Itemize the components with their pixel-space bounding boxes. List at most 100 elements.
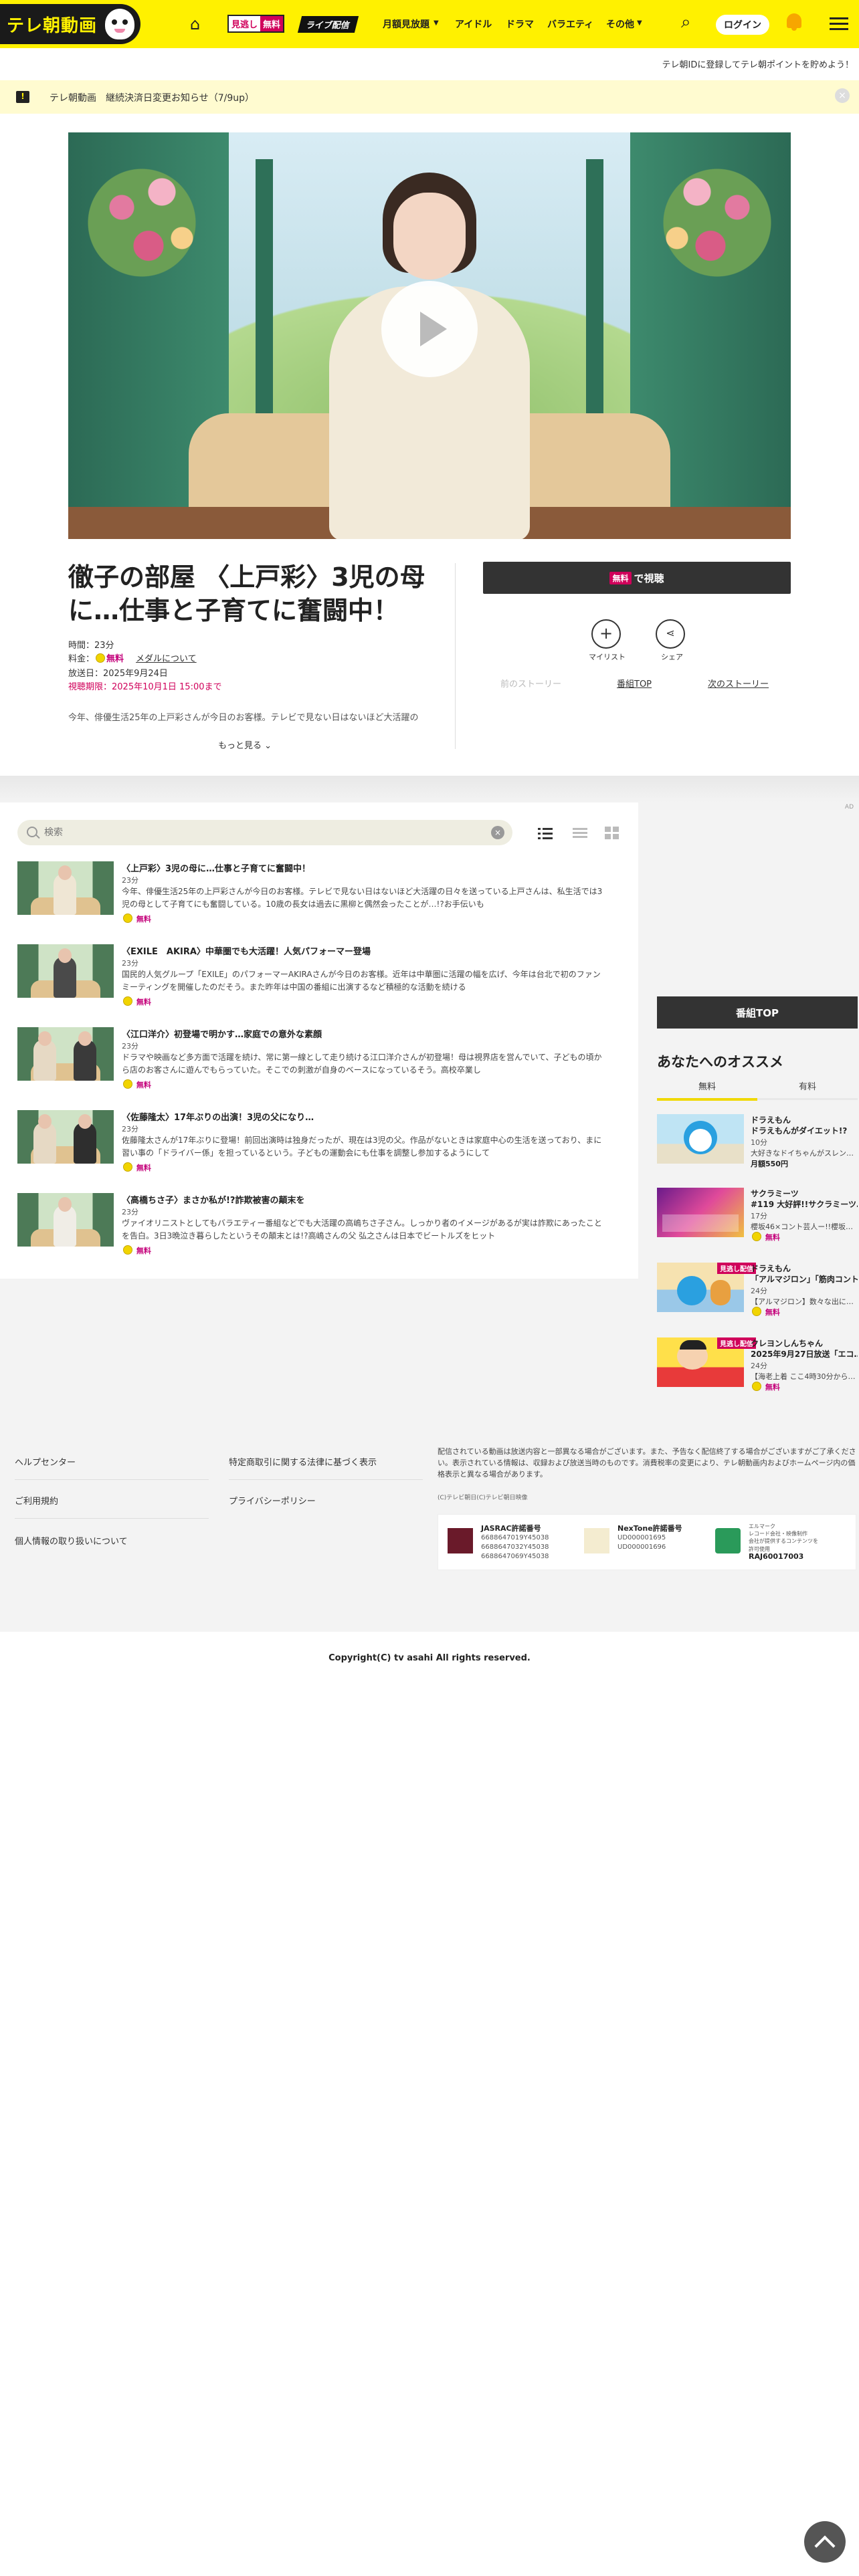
recommend-price: 月額550円 [751,1160,788,1168]
program-top-link[interactable]: 番組TOP [617,677,652,689]
recommend-item[interactable]: ドラえもん ドラえもんがダイエット!? 10分 大好きなドイちゃんがスレン… 月… [657,1114,858,1181]
nextone-title: NexTone許諾番号 [617,1524,682,1533]
nav-other[interactable]: その他 [606,17,634,31]
recommend-duration: 10分 [751,1138,767,1147]
notice-text[interactable]: テレ朝動画 継続決済日変更お知らせ（7/9up） [50,91,254,104]
recommend-subtitle: 2025年9月27日放送「エコ… [751,1350,858,1359]
episode-summary: 国民的人気グループ「EXILE」のパフォーマーAKIRAさんが今日のお客様。近年… [122,970,601,992]
copyright: Copyright(C) tv asahi All rights reserve… [328,1653,531,1663]
share-label: シェア [661,653,683,661]
flower-arrangement [82,146,215,300]
l-mark-text: エルマーク レコード会社・映像制作 会社が提供するコンテンツを 許可使用 [749,1523,818,1552]
menu-icon[interactable] [830,17,848,31]
program-top-button[interactable]: 番組TOP [657,996,858,1029]
l-mark-logo [715,1528,741,1553]
share-icon[interactable]: ⋖ [656,619,685,649]
more-button[interactable]: もっと見る ⌄ [218,738,272,751]
medal-link[interactable]: メダルについて [136,654,197,664]
tab-paid[interactable]: 有料 [757,1079,858,1092]
more-label: もっと見る [218,741,262,751]
recommend-item[interactable]: 見逃し配信 ドラえもん 「アルマジロン」「筋肉コント… 24分 【アルマジロン】… [657,1263,858,1329]
episode-thumbnail [17,944,114,998]
notice-bar[interactable]: ! テレ朝動画 継続決済日変更お知らせ（7/9up） × [0,80,859,114]
recommend-title-text: ドラえもん [751,1115,791,1125]
chevron-down-icon: ⌄ [264,741,272,751]
play-icon[interactable] [381,281,478,377]
watch-button[interactable]: 無料 で視聴 [483,562,791,594]
recommend-subtitle: #119 大好評!!サクラミーツ… [751,1200,858,1209]
recommend-summary: 櫻坂46×コント芸人ー!!櫻坂… [751,1222,854,1231]
video-player[interactable] [68,132,791,539]
privacy-policy-link[interactable]: プライバシーポリシー [229,1494,316,1507]
terms-link[interactable]: ご利用規約 [15,1494,58,1507]
next-story-link[interactable]: 次のストーリー [708,677,769,689]
episode-title: 〈EXILE AKIRA〉中華圏でも大活躍！人気パフォーマー登場 [122,947,371,957]
register-message[interactable]: テレ朝IDに登録してテレ朝ポイントを貯めよう！ [662,58,854,70]
episode-item[interactable]: 〈EXILE AKIRA〉中華圏でも大活躍！人気パフォーマー登場 23分 国民的… [17,944,619,1015]
episode-summary: ヴァイオリニストとしてもバラエティー番組などでも大活躍の高嶋ちさ子さん。しっかり… [122,1218,602,1241]
flower-arrangement [644,146,777,300]
recommend-price: 無料 [751,1307,780,1317]
episode-thumbnail [17,861,114,915]
episode-duration: 23分 [122,959,138,968]
episode-duration: 23分 [122,876,138,885]
nav-monthly[interactable]: 月額見放題 [383,17,430,31]
license-box: JASRAC許諾番号 6688647019Y45038 6688647032Y4… [438,1514,856,1570]
price-value: 無料 [106,654,124,664]
tab-free[interactable]: 無料 [657,1079,757,1092]
episode-summary: 今年、俳優生活25年の上戸彩さんが今日のお客様。テレビで見ない日はないほど大活躍… [122,887,603,909]
nav-variety[interactable]: バラエティ [547,17,593,31]
recommend-item[interactable]: 見逃し配信 クレヨンしんちゃん 2025年9月27日放送「エコ… 24分 【海老… [657,1337,858,1404]
site-logo[interactable]: テレ朝動画 [0,4,140,44]
add-mylist-icon[interactable]: + [591,619,621,649]
search-icon[interactable]: ⌕ [681,12,691,33]
notice-icon: ! [16,91,29,103]
search-icon [27,827,37,837]
detail-view-icon[interactable] [573,827,587,840]
grid-view-icon[interactable] [605,827,619,840]
free-catchup-badge[interactable]: 見逃し 無料 [227,15,285,33]
bell-icon[interactable] [785,11,803,31]
page: テレ朝動画 ⌂ 見逃し 無料 ライブ配信 月額見放題 ▼ アイドル ドラマ バラ… [0,0,859,2576]
scroll-top-button[interactable] [804,2521,846,2563]
episode-item[interactable]: 〈佐藤隆太〉17年ぶりの出演！3児の父になり… 23分 佐藤隆太さんが17年ぶり… [17,1110,619,1181]
episode-item[interactable]: 〈上戸彩〉3児の母に…仕事と子育てに奮闘中！ 23分 今年、俳優生活25年の上戸… [17,861,619,932]
logo-text: テレ朝動画 [7,15,98,36]
recommend-thumbnail [657,1188,744,1237]
episode-item[interactable]: 〈高橋ちさ子〉まさか私が!?詐欺被害の顛末を 23分 ヴァイオリニストとしてもバ… [17,1193,619,1264]
episode-title: 〈高橋ちさ子〉まさか私が!?詐欺被害の顛末を [122,1196,305,1206]
episode-title: 〈江口洋介〉初登場で明かす…家庭での意外な素顔 [122,1030,322,1040]
recommend-item[interactable]: サクラミーツ #119 大好評!!サクラミーツ… 17分 櫻坂46×コント芸人ー… [657,1188,858,1255]
recommend-duration: 17分 [751,1212,767,1220]
close-icon[interactable]: × [835,88,850,103]
mascot-icon [103,7,136,41]
episode-duration: 23分 [122,1208,138,1216]
recommend-price: 無料 [751,1382,780,1392]
login-button[interactable]: ログイン [716,15,769,35]
episode-price: 無料 [122,914,151,924]
live-badge[interactable]: ライブ配信 [297,16,359,33]
episode-thumbnail [17,1110,114,1164]
help-center-link[interactable]: ヘルプセンター [15,1455,76,1468]
clear-icon[interactable]: × [491,826,504,839]
recommend-title-text: サクラミーツ [751,1189,799,1198]
jasrac-logo [448,1528,473,1553]
price-row: 料金： 無料 メダルについて [68,651,197,664]
home-icon[interactable]: ⌂ [190,15,200,33]
nav-idol[interactable]: アイドル [455,17,492,31]
program-description: 今年、俳優生活25年の上戸彩さんが今日のお客様。テレビで見ない日はないほど大活躍… [68,713,419,723]
jasrac-title: JASRAC許諾番号 [481,1524,541,1533]
episode-thumbnail [17,1027,114,1081]
episode-item[interactable]: 〈江口洋介〉初登場で明かす…家庭での意外な素顔 23分 ドラマや映画など多方面で… [17,1027,619,1098]
commerce-law-link[interactable]: 特定商取引に関する法律に基づく表示 [229,1455,377,1468]
episode-thumbnail [17,1193,114,1247]
nextone-numbers: UD000001695 UD000001696 [617,1534,666,1551]
nav-drama[interactable]: ドラマ [506,17,534,31]
recommend-summary: 大好きなドイちゃんがスレン… [751,1149,854,1158]
episode-summary: ドラマや映画など多方面で活躍を続け、常に第一線として走り続ける江口洋介さんが初登… [122,1053,602,1075]
episode-price: 無料 [122,1162,151,1173]
list-view-icon[interactable] [538,827,553,840]
episode-search-input[interactable] [44,825,486,840]
privacy-handling-link[interactable]: 個人情報の取り扱いについて [15,1534,128,1547]
prev-story-link[interactable]: 前のストーリー [500,677,561,689]
